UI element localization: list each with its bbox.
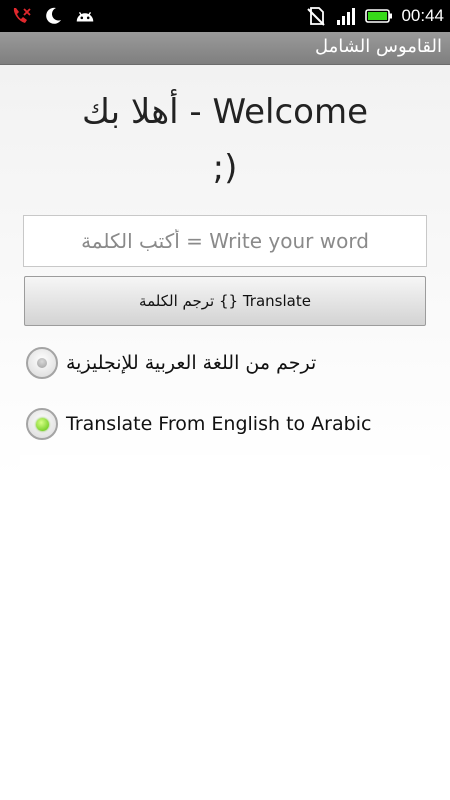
title-bar: القاموس الشامل [0,32,450,65]
option-english-to-arabic[interactable]: Translate From English to Arabic [26,406,371,442]
option-label: Translate From English to Arabic [66,413,372,435]
android-icon [74,5,96,27]
signal-icon [335,5,357,27]
status-left-icons [10,4,96,28]
translate-button[interactable]: ترجم الكلمة {} Translate [24,276,426,326]
word-input[interactable] [23,215,427,267]
radio-dot [35,417,49,431]
welcome-smiley: ;) [212,148,238,188]
battery-icon [365,5,393,27]
welcome-heading: أهلا بك - Welcome ;) [0,84,450,196]
radio-dot [37,358,47,368]
no-sim-icon [305,5,327,27]
result-area [20,455,430,800]
status-bar: 00:44 [0,0,450,32]
welcome-line-1: أهلا بك - Welcome [81,92,368,132]
radio-arabic-to-english[interactable] [26,347,58,379]
radio-english-to-arabic[interactable] [26,408,58,440]
option-arabic-to-english[interactable]: ترجم من اللغة العربية للإنجليزية [26,345,316,381]
clock: 00:44 [401,6,444,25]
translate-button-label: ترجم الكلمة {} Translate [139,292,311,310]
option-label: ترجم من اللغة العربية للإنجليزية [66,352,317,374]
missed-call-icon [10,5,32,27]
status-right-icons: 00:44 [305,4,444,28]
app-title: القاموس الشامل [314,36,442,57]
moon-icon [42,5,64,27]
